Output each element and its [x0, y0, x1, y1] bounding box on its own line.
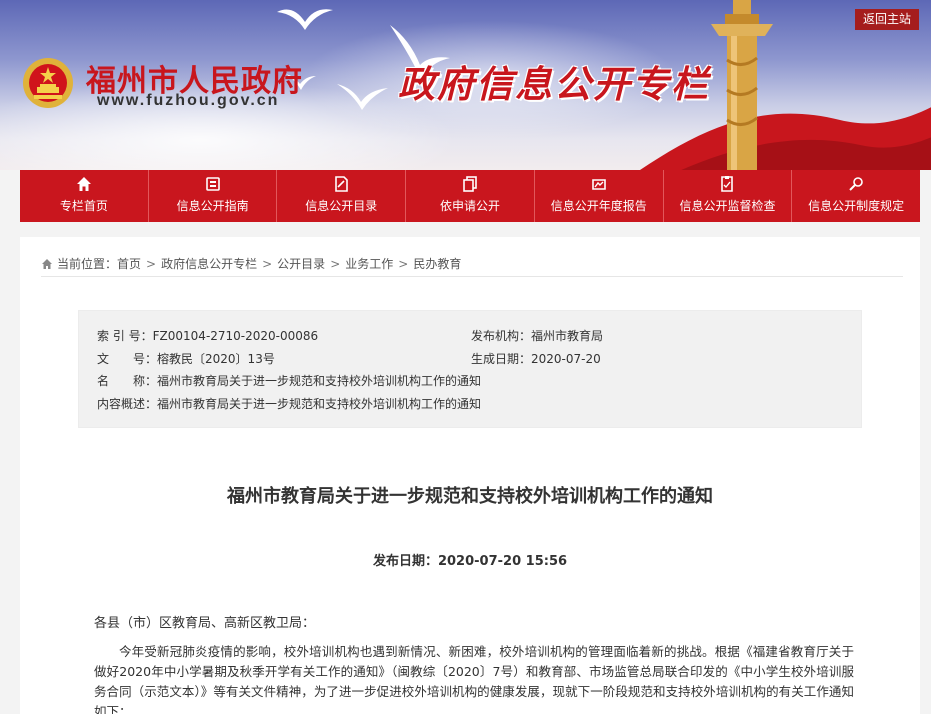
site-url: www.fuzhou.gov.cn [97, 92, 280, 109]
nav-item-label: 信息公开制度规定 [808, 199, 905, 213]
meta-summary: 内容概述：福州市教育局关于进一步规范和支持校外培训机构工作的通知 [97, 395, 481, 412]
meta-value: 福州市教育局关于进一步规范和支持校外培训机构工作的通知 [157, 374, 482, 388]
nav-item-label: 依申请公开 [440, 199, 501, 213]
meta-label: 索 引 号： [97, 329, 153, 343]
article-salutation: 各县（市）区教育局、高新区教卫局： [94, 616, 316, 631]
breadcrumb-item-catalog[interactable]: 公开目录 [277, 255, 325, 272]
home-icon [76, 177, 91, 191]
meta-docno: 文 号：榕教民〔2020〕13号 [97, 350, 275, 367]
breadcrumb-item-private-education[interactable]: 民办教育 [413, 255, 461, 272]
article-title: 福州市教育局关于进一步规范和支持校外培训机构工作的通知 [227, 486, 713, 507]
meta-label: 发布机构： [471, 329, 532, 343]
breadcrumb-item-home[interactable]: 首页 [117, 255, 141, 272]
rule-icon [849, 177, 863, 191]
huabiao-pillar-decoration [711, 0, 773, 170]
guide-icon [205, 177, 220, 191]
nav-item-label: 信息公开年度报告 [550, 199, 647, 213]
meta-value: FZ00104-2710-2020-00086 [152, 329, 319, 343]
site-banner: 福州市人民政府 www.fuzhou.gov.cn 政府信息公开专栏 返回主站 [0, 0, 931, 170]
nav-item-supervision[interactable]: 信息公开监督检查 [664, 170, 793, 222]
seagull-decoration [277, 9, 333, 30]
nav-item-guide[interactable]: 信息公开指南 [149, 170, 278, 222]
publish-date-label: 发布日期： [372, 554, 438, 569]
document-metadata: 索 引 号：FZ00104-2710-2020-00086 发布机构：福州市教育… [78, 310, 862, 428]
meta-publisher: 发布机构：福州市教育局 [471, 327, 603, 344]
breadcrumb-separator: > [330, 256, 341, 271]
meta-label: 文 号： [97, 352, 158, 366]
breadcrumb-prefix: 当前位置： [57, 257, 118, 271]
meta-value: 2020-07-20 [531, 352, 601, 366]
meta-created: 生成日期：2020-07-20 [471, 350, 601, 367]
nav-item-label: 信息公开目录 [305, 199, 378, 213]
meta-index: 索 引 号：FZ00104-2710-2020-00086 [97, 327, 318, 344]
nav-item-label: 信息公开指南 [176, 199, 249, 213]
meta-value: 榕教民〔2020〕13号 [157, 352, 275, 366]
breadcrumb: 当前位置： 首页 > 政府信息公开专栏 > 公开目录 > 业务工作 > 民办教育 [41, 251, 903, 277]
seagull-decoration [337, 84, 388, 110]
column-title: 政府信息公开专栏 [398, 63, 710, 106]
copy-icon [463, 176, 477, 192]
meta-name: 名 称：福州市教育局关于进一步规范和支持校外培训机构工作的通知 [97, 372, 481, 389]
inspect-icon [721, 176, 734, 192]
national-emblem-icon [23, 58, 73, 108]
breadcrumb-separator: > [398, 256, 409, 271]
article-paragraph: 今年受新冠肺炎疫情的影响，校外培训机构也遇到新情况、新困难，校外培训机构的管理面… [94, 644, 854, 714]
back-to-main-site-button[interactable]: 返回主站 [855, 9, 920, 30]
meta-value: 福州市教育局 [531, 329, 604, 343]
main-nav: 专栏首页 信息公开指南 信息公开目录 依申请公开 信息公开年度报告 信息公开监督… [20, 170, 920, 222]
breadcrumb-item-column[interactable]: 政府信息公开专栏 [161, 255, 257, 272]
report-icon [591, 179, 606, 190]
breadcrumb-separator: > [146, 256, 157, 271]
publish-date-value: 2020-07-20 15:56 [437, 554, 568, 569]
nav-item-label: 信息公开监督检查 [679, 199, 776, 213]
nav-item-apply[interactable]: 依申请公开 [406, 170, 535, 222]
content-panel: 当前位置： 首页 > 政府信息公开专栏 > 公开目录 > 业务工作 > 民办教育… [20, 237, 920, 714]
nav-item-label: 专栏首页 [59, 199, 108, 213]
publish-date: 发布日期：2020-07-20 15:56 [20, 550, 920, 569]
meta-label: 生成日期： [471, 352, 532, 366]
nav-item-catalog[interactable]: 信息公开目录 [277, 170, 407, 222]
meta-value: 福州市教育局关于进一步规范和支持校外培训机构工作的通知 [157, 397, 482, 411]
meta-label: 内容概述： [97, 397, 158, 411]
home-icon [42, 258, 52, 269]
breadcrumb-separator: > [262, 256, 273, 271]
catalog-icon [335, 176, 349, 192]
breadcrumb-item-business[interactable]: 业务工作 [345, 255, 393, 272]
nav-item-regulations[interactable]: 信息公开制度规定 [792, 170, 920, 222]
nav-item-home[interactable]: 专栏首页 [20, 170, 149, 222]
meta-label: 名 称： [97, 374, 158, 388]
nav-item-annual-report[interactable]: 信息公开年度报告 [535, 170, 664, 222]
